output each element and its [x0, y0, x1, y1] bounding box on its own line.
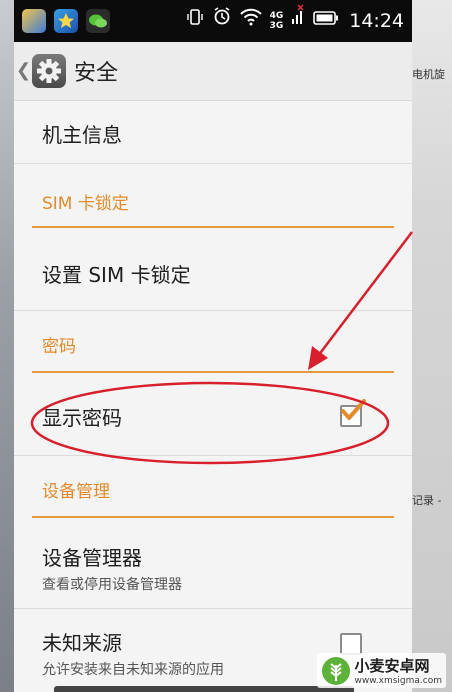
alarm-icon	[212, 0, 232, 42]
unknown-sources-label: 未知来源	[42, 631, 122, 655]
battery-icon	[313, 0, 339, 42]
back-chevron-icon[interactable]: ❮	[16, 60, 31, 81]
watermark-name: 小麦安卓网	[354, 657, 430, 675]
network-type: 4G 3G	[269, 11, 284, 31]
section-label: SIM 卡锁定	[42, 194, 129, 214]
device-admin-item[interactable]: 设备管理器 查看或停用设备管理器	[14, 520, 412, 609]
desktop-background-right: 电机旋 记录 -	[412, 0, 452, 692]
desktop-background-left	[0, 0, 14, 692]
wechat-icon	[86, 9, 110, 33]
section-divider	[32, 226, 394, 228]
bottom-bar	[54, 686, 354, 692]
unknown-sources-checkbox[interactable]	[340, 633, 362, 655]
status-bar: 4G 3G 14:24	[14, 0, 412, 42]
owner-info-label: 机主信息	[42, 123, 122, 147]
sim-lock-setting-label: 设置 SIM 卡锁定	[42, 263, 191, 287]
phone-screen: 4G 3G 14:24 ❮ 安全 机主信息 SIM 卡锁定 设置 SIM 卡锁定…	[14, 0, 412, 692]
section-label: 设备管理	[42, 482, 110, 502]
section-label: 密码	[42, 337, 76, 357]
site-watermark: 小麦安卓网 www.xmsigma.com	[316, 653, 446, 688]
status-time: 14:24	[349, 10, 404, 32]
vibrate-icon	[186, 0, 204, 42]
device-admin-description: 查看或停用设备管理器	[42, 577, 182, 593]
section-divider	[32, 371, 394, 373]
background-text: 电机旋	[412, 68, 445, 81]
watermark-url: www.xmsigma.com	[354, 676, 442, 686]
device-admin-label: 设备管理器	[42, 546, 142, 570]
app-notification-icon	[22, 9, 46, 33]
device-admin-section-header: 设备管理	[14, 456, 412, 520]
sim-lock-section-header: SIM 卡锁定	[14, 164, 412, 230]
action-bar: ❮ 安全	[14, 42, 412, 101]
sim-lock-setting-item[interactable]: 设置 SIM 卡锁定	[14, 230, 412, 311]
settings-gear-icon[interactable]	[32, 54, 66, 88]
star-app-icon	[54, 9, 78, 33]
watermark-logo-icon	[321, 656, 350, 685]
security-settings-list: 机主信息 SIM 卡锁定 设置 SIM 卡锁定 密码 显示密码 设备管理 设备管…	[14, 101, 412, 689]
owner-info-item[interactable]: 机主信息	[14, 101, 412, 164]
show-password-label: 显示密码	[42, 406, 122, 430]
watermark-text: 小麦安卓网 www.xmsigma.com	[355, 655, 442, 686]
status-indicators: 4G 3G 14:24	[186, 0, 404, 42]
unknown-sources-description: 允许安装来自未知来源的应用	[42, 662, 224, 678]
show-password-checkbox[interactable]	[340, 399, 366, 427]
section-divider	[32, 516, 394, 518]
wifi-icon	[239, 0, 262, 42]
page-title: 安全	[74, 61, 119, 86]
show-password-item[interactable]: 显示密码	[14, 375, 412, 456]
background-text: 记录 -	[412, 494, 442, 507]
password-section-header: 密码	[14, 311, 412, 375]
signal-icon	[291, 0, 305, 42]
